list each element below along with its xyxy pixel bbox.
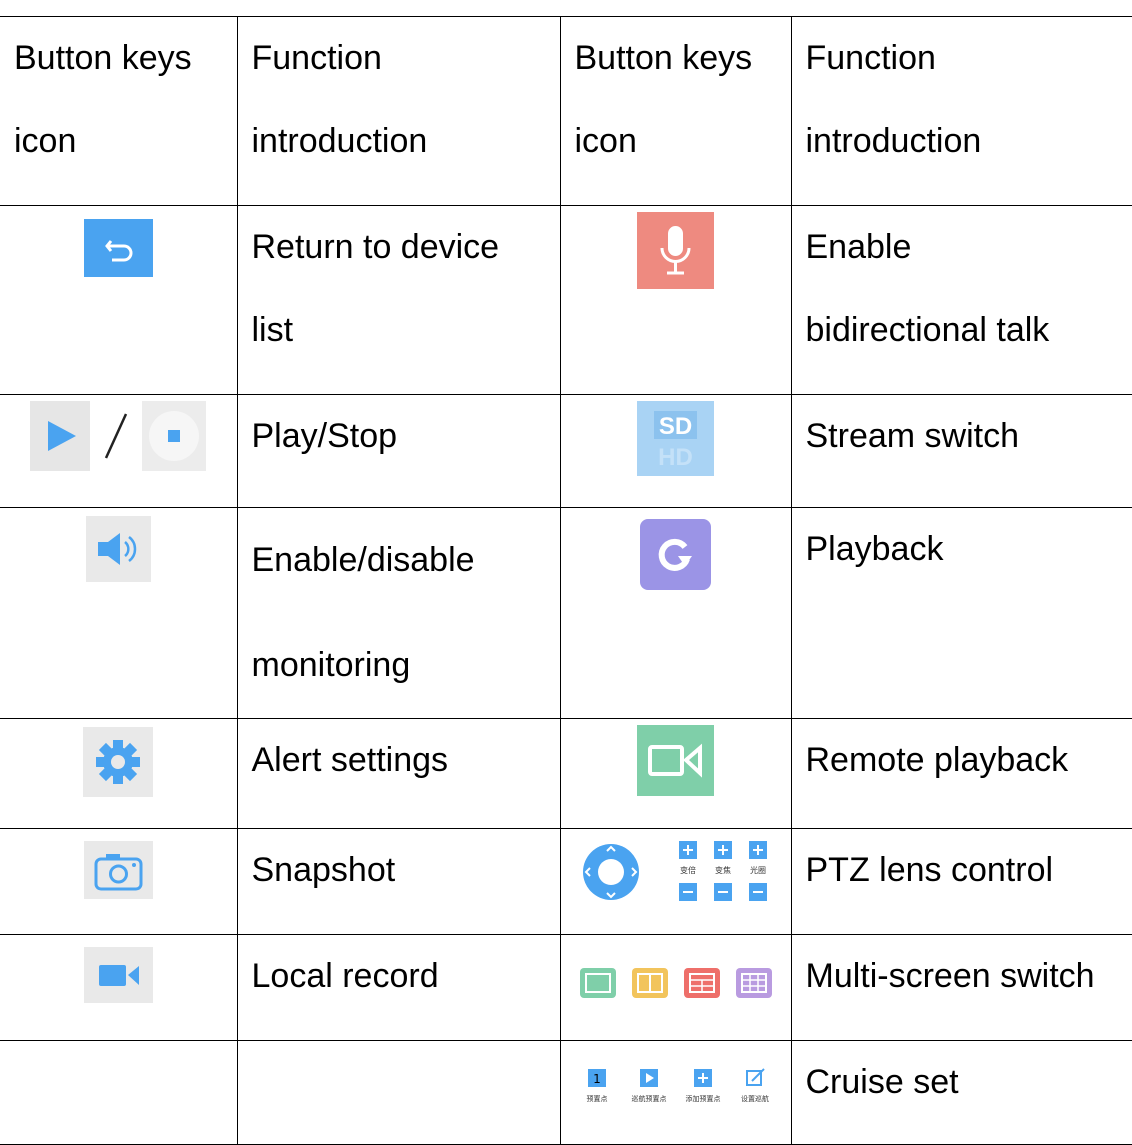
video-camera-icon bbox=[637, 725, 714, 796]
row6-right-text: Multi-screen switch bbox=[806, 935, 1132, 1018]
cruise-preset-icon: 巡航预置点 bbox=[627, 1067, 671, 1107]
gear-icon bbox=[83, 727, 153, 797]
zoom-focus-iris-icon: 变倍 变焦 光圈 bbox=[675, 839, 771, 905]
ptz-control-icon: 变倍 变焦 光圈 bbox=[581, 839, 771, 905]
camera-icon bbox=[84, 841, 153, 899]
svg-text:SD: SD bbox=[659, 413, 692, 440]
table-row: Return to device list Enable bidirection… bbox=[0, 206, 1132, 395]
sd-hd-icon: SD HD bbox=[637, 401, 714, 476]
header-col-icon-right: Button keys icon bbox=[560, 17, 791, 206]
svg-text:变倍: 变倍 bbox=[680, 865, 696, 875]
speaker-icon bbox=[86, 516, 151, 582]
play-icon bbox=[30, 401, 90, 471]
svg-text:HD: HD bbox=[658, 444, 693, 471]
preset-icon: 1 预置点 bbox=[577, 1067, 617, 1107]
header-col-function-left: Function introduction bbox=[237, 17, 560, 206]
row3-left-text-1: Enable/disable bbox=[252, 508, 560, 613]
row3-left-text-2: monitoring bbox=[252, 613, 560, 718]
four-screen-icon bbox=[632, 968, 668, 998]
play-stop-icon bbox=[30, 401, 206, 471]
playback-icon bbox=[640, 519, 711, 590]
svg-text:添加预置点: 添加预置点 bbox=[685, 1094, 720, 1103]
row1-left-text-1: Return to device bbox=[252, 206, 560, 289]
svg-text:光圈: 光圈 bbox=[750, 865, 766, 875]
multi-screen-icons bbox=[580, 968, 772, 998]
header-col-icon-left: Button keys icon bbox=[0, 17, 237, 206]
table-row: Enable/disable monitoring Playback bbox=[0, 508, 1132, 719]
row4-right-text: Remote playback bbox=[806, 719, 1132, 802]
row5-right-text: PTZ lens control bbox=[806, 829, 1132, 912]
single-screen-icon bbox=[580, 968, 616, 998]
button-function-table: Button keys icon Function introduction B… bbox=[0, 16, 1132, 1145]
six-screen-icon bbox=[684, 968, 720, 998]
svg-text:设置巡航: 设置巡航 bbox=[741, 1094, 769, 1103]
cruise-set-icons: 1 预置点 巡航预置点 添加预置点 设置巡航 bbox=[577, 1067, 775, 1107]
add-preset-icon: 添加预置点 bbox=[681, 1067, 725, 1107]
row7-right-text: Cruise set bbox=[806, 1041, 1132, 1124]
row2-right-text: Stream switch bbox=[806, 395, 1132, 478]
table-row: Alert settings Remote playback bbox=[0, 719, 1132, 829]
table-row: Play/Stop SD HD Stream switch bbox=[0, 395, 1132, 508]
row4-left-text: Alert settings bbox=[252, 719, 560, 802]
table-row: Local record bbox=[0, 935, 1132, 1041]
table-header-row: Button keys icon Function introduction B… bbox=[0, 17, 1132, 206]
svg-text:预置点: 预置点 bbox=[586, 1094, 607, 1103]
row2-left-text: Play/Stop bbox=[252, 395, 560, 478]
slash-icon bbox=[96, 406, 136, 466]
nine-screen-icon bbox=[736, 968, 772, 998]
row1-right-text-1: Enable bbox=[806, 206, 1132, 289]
header-col-function-right: Function introduction bbox=[791, 17, 1132, 206]
stop-icon bbox=[142, 401, 206, 471]
row6-left-text: Local record bbox=[252, 935, 560, 1018]
row3-right-text: Playback bbox=[806, 508, 1132, 591]
row5-left-text: Snapshot bbox=[252, 829, 560, 912]
table-row: 1 预置点 巡航预置点 添加预置点 设置巡航 bbox=[0, 1041, 1132, 1145]
set-cruise-icon: 设置巡航 bbox=[735, 1067, 775, 1107]
direction-pad-icon bbox=[581, 842, 641, 902]
record-icon bbox=[84, 947, 153, 1003]
svg-text:变焦: 变焦 bbox=[715, 865, 731, 875]
row1-right-text-2: bidirectional talk bbox=[806, 289, 1132, 372]
return-icon bbox=[84, 219, 153, 277]
microphone-icon bbox=[637, 212, 714, 289]
table-row: Snapshot bbox=[0, 829, 1132, 935]
row1-left-text-2: list bbox=[252, 289, 560, 372]
svg-text:巡航预置点: 巡航预置点 bbox=[631, 1094, 666, 1103]
svg-text:1: 1 bbox=[593, 1072, 601, 1086]
